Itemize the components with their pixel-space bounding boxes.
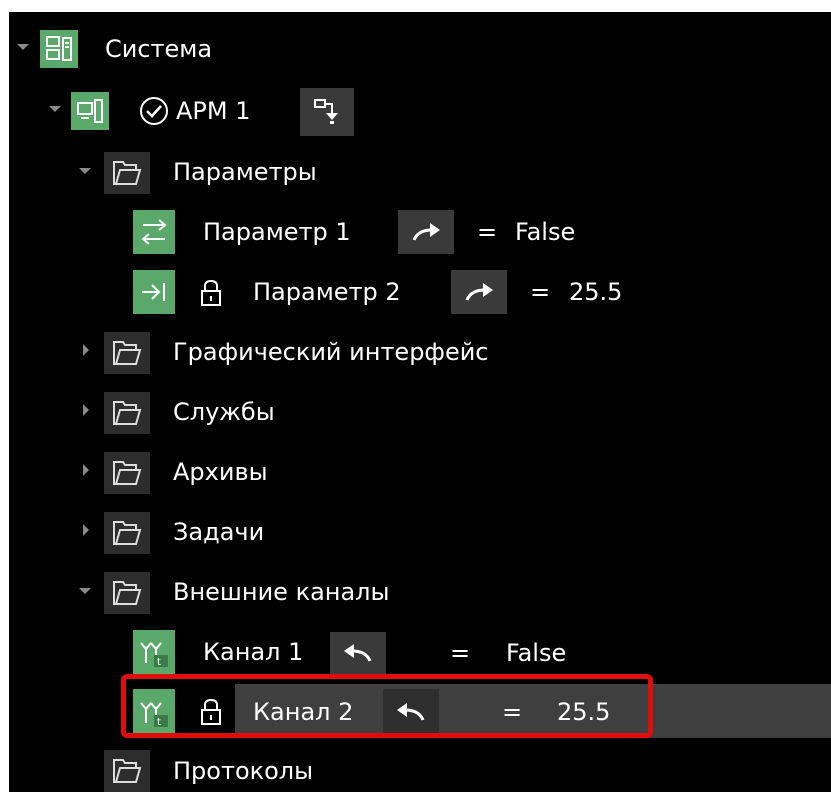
tree-node-label: Канал 1	[203, 638, 304, 666]
tree-node-system[interactable]: Система	[9, 18, 831, 78]
link-button[interactable]	[451, 270, 507, 314]
tree-node-label: АРМ 1	[176, 97, 251, 125]
link-button[interactable]	[398, 210, 454, 254]
tree-node-parameters[interactable]: Параметры	[9, 140, 831, 200]
tree-node-label: Внешние каналы	[173, 578, 390, 606]
channel-value: False	[506, 639, 567, 667]
folder-icon	[104, 572, 150, 614]
arrow-back-icon	[344, 644, 372, 662]
link-button[interactable]	[383, 689, 439, 735]
tree-node-label: Канал 2	[253, 698, 354, 726]
tree-node-protocols[interactable]: Протоколы	[9, 740, 831, 792]
tree-node-label: Параметр 2	[253, 278, 401, 306]
input-param-icon	[133, 270, 175, 314]
expand-toggle[interactable]	[83, 524, 89, 536]
folder-icon	[104, 392, 150, 434]
checkmark-icon	[138, 95, 170, 127]
window-border-top	[0, 0, 831, 12]
svg-text:t: t	[157, 717, 161, 728]
value-eq: =	[477, 218, 498, 246]
expand-toggle[interactable]	[83, 464, 89, 476]
tree-node-label: Система	[105, 35, 213, 63]
expand-toggle[interactable]	[83, 404, 89, 416]
expand-toggle[interactable]	[79, 588, 91, 594]
tree-node-label: Архивы	[173, 458, 268, 486]
param-value: 25.5	[569, 278, 623, 306]
tree-node-channel1[interactable]: t Канал 1 = False	[9, 620, 831, 680]
tree-node-channel2[interactable]: t Канал 2 = 25.5	[9, 676, 831, 746]
tree-node-arm1[interactable]: АРМ 1	[9, 78, 831, 138]
folder-icon	[104, 512, 150, 554]
channel-icon: t	[133, 630, 175, 676]
tree-node-label: Задачи	[173, 518, 265, 546]
tree-node-services[interactable]: Службы	[9, 380, 831, 440]
arrow-forward-icon	[465, 283, 493, 301]
workstation-icon	[71, 92, 109, 130]
expand-toggle[interactable]	[17, 44, 29, 50]
tree-node-label: Службы	[173, 398, 275, 426]
value-eq: =	[502, 698, 523, 726]
system-icon	[40, 30, 78, 68]
tree-node-label: Протоколы	[173, 757, 314, 785]
expand-toggle[interactable]	[79, 168, 91, 174]
lock-icon	[193, 274, 229, 312]
arrow-back-icon	[397, 703, 425, 721]
link-button[interactable]	[330, 632, 386, 674]
window-border-left	[0, 0, 9, 792]
folder-icon	[104, 750, 150, 792]
node-action-button[interactable]	[300, 88, 354, 136]
arrow-forward-icon	[412, 223, 440, 241]
project-tree[interactable]: Система АРМ 1 Параметры Параметр 1 = Fal…	[9, 12, 831, 792]
folder-icon	[104, 152, 150, 194]
lock-icon	[193, 693, 229, 731]
expand-toggle[interactable]	[83, 344, 89, 356]
value-eq: =	[450, 639, 471, 667]
tree-node-param1[interactable]: Параметр 1 = False	[9, 200, 831, 260]
io-param-icon	[133, 210, 175, 254]
channel-icon: t	[133, 689, 175, 737]
folder-icon	[104, 452, 150, 494]
tree-node-archives[interactable]: Архивы	[9, 440, 831, 500]
value-eq: =	[530, 278, 551, 306]
tree-node-external-channels[interactable]: Внешние каналы	[9, 560, 831, 620]
tree-node-tasks[interactable]: Задачи	[9, 500, 831, 560]
tree-node-label: Параметр 1	[203, 218, 351, 246]
param-value: False	[515, 218, 576, 246]
channel-value: 25.5	[557, 698, 611, 726]
expand-toggle[interactable]	[49, 106, 61, 112]
tree-node-label: Графический интерфейс	[173, 338, 489, 366]
tree-node-label: Параметры	[173, 158, 317, 186]
folder-icon	[104, 332, 150, 374]
node-action-icon	[314, 99, 338, 124]
svg-text:t: t	[157, 657, 161, 668]
tree-node-gui[interactable]: Графический интерфейс	[9, 320, 831, 380]
tree-node-param2[interactable]: Параметр 2 = 25.5	[9, 260, 831, 320]
